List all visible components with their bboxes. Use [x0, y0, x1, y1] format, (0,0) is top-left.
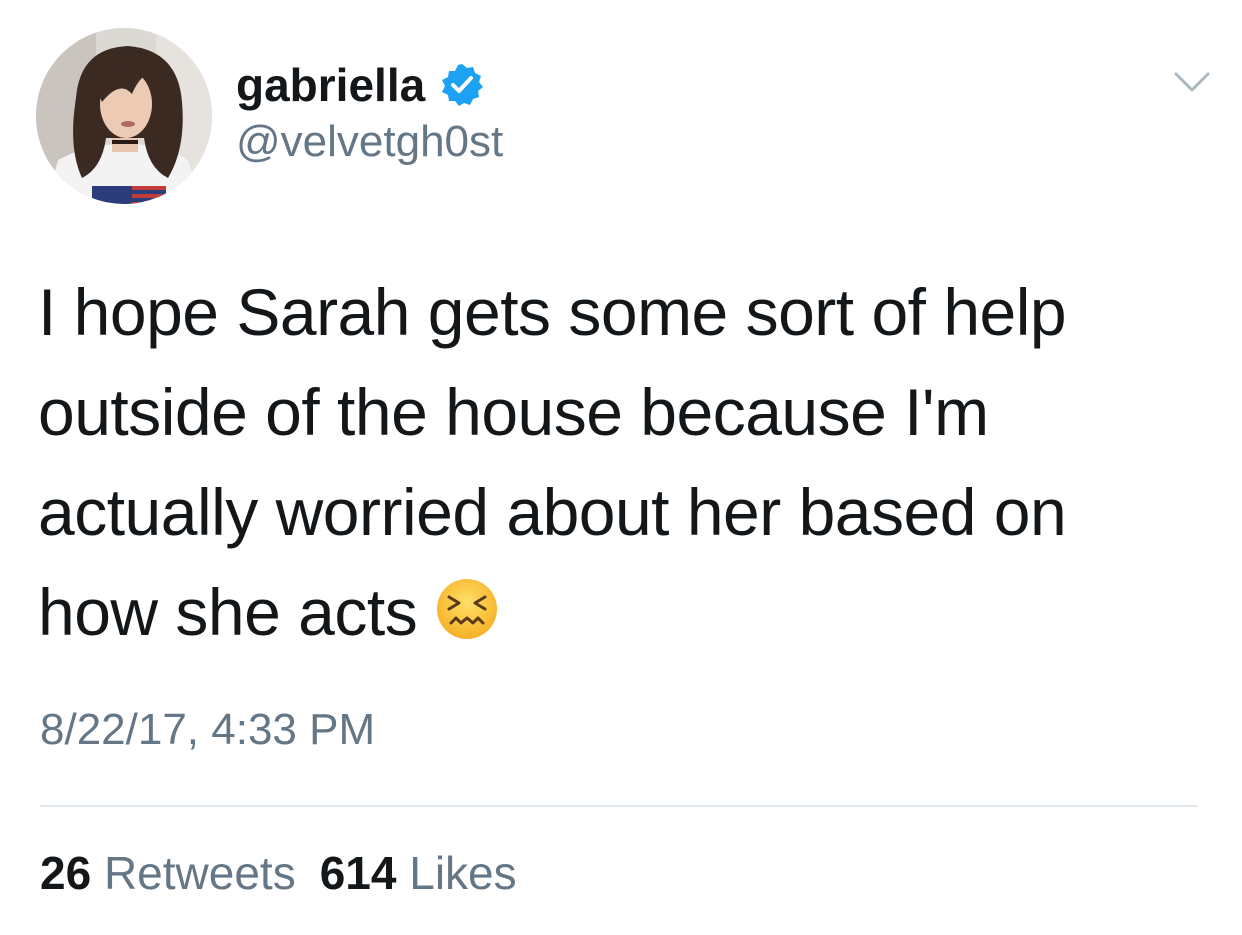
name-row: gabriella: [236, 60, 485, 110]
likes-count: 614: [319, 847, 397, 899]
tweet-card: gabriella @velvetgh0st I hope Sarah gets…: [0, 0, 1242, 935]
chevron-down-icon[interactable]: [1174, 70, 1210, 96]
user-handle[interactable]: @velvetgh0st: [236, 120, 503, 164]
likes-stat[interactable]: 614 Likes: [320, 847, 517, 899]
display-name[interactable]: gabriella: [236, 62, 425, 108]
retweets-count: 26: [40, 847, 92, 899]
tweet-text: I hope Sarah gets some sort of help outs…: [38, 262, 1188, 662]
tweet-timestamp[interactable]: 8/22/17, 4:33 PM: [40, 708, 375, 752]
tweet-header: gabriella @velvetgh0st: [36, 28, 1216, 208]
avatar[interactable]: [36, 28, 212, 204]
retweets-stat[interactable]: 26 Retweets: [40, 847, 296, 899]
confounded-face-emoji-icon: [435, 568, 499, 639]
retweets-label: Retweets: [103, 847, 296, 899]
verified-badge-icon: [439, 62, 485, 108]
tweet-text-content: I hope Sarah gets some sort of help outs…: [38, 275, 1067, 649]
tweet-stats: 26 Retweets 614 Likes: [40, 850, 517, 896]
likes-label: Likes: [409, 847, 517, 899]
divider: [40, 805, 1198, 807]
